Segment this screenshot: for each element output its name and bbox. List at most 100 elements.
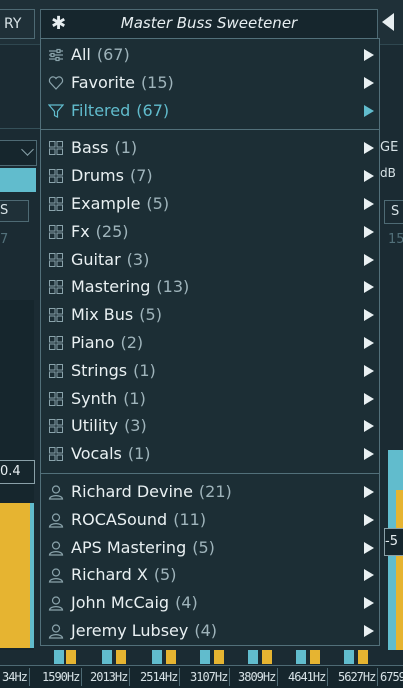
grid-icon [48, 307, 64, 323]
menu-item-label: Utility (3) [71, 416, 147, 436]
submenu-arrow-icon [364, 541, 374, 554]
eq-bar [310, 650, 320, 664]
submenu-arrow-icon [364, 364, 374, 377]
menu-item-label: Jeremy Lubsey (4) [71, 621, 218, 640]
frequency-label: 6759 [378, 668, 403, 686]
submenu-arrow-icon [364, 170, 374, 183]
left-tab-fragment[interactable]: RY [0, 9, 35, 39]
eq-bar [248, 650, 258, 664]
menu-item-vocals[interactable]: Vocals (1) [41, 441, 379, 467]
frequency-label: 5627Hz [336, 668, 379, 686]
submenu-arrow-icon [364, 392, 374, 405]
preset-selector[interactable]: ✱ Master Buss Sweetener [40, 9, 378, 39]
menu-item-count: (67) [96, 45, 130, 64]
menu-separator [41, 129, 379, 131]
menu-item-count: (3) [124, 416, 147, 436]
submenu-arrow-icon [364, 309, 374, 322]
right-fragment-1: GE [380, 140, 399, 155]
menu-item-filtered[interactable]: Filtered (67) [41, 98, 379, 124]
menu-item-label: APS Mastering (5) [71, 537, 215, 557]
menu-item-label: John McCaig (4) [71, 593, 198, 613]
left-meter-value[interactable]: 0.4 [0, 460, 35, 484]
menu-item-label: Piano (2) [71, 333, 144, 352]
menu-item-label: All (67) [71, 45, 130, 64]
menu-item-rocasound[interactable]: ROCASound (11) [41, 507, 379, 533]
menu-item-count: (1) [114, 138, 138, 158]
menu-item-all[interactable]: All (67) [41, 42, 379, 68]
submenu-arrow-icon [364, 569, 374, 582]
menu-item-count: (5) [153, 565, 177, 585]
menu-item-jeremy-lubsey[interactable]: Jeremy Lubsey (4) [41, 618, 379, 644]
menu-item-label: Richard Devine (21) [71, 482, 232, 501]
user-icon [48, 595, 64, 611]
menu-item-count: (7) [129, 166, 153, 186]
frequency-label: 34Hz [0, 668, 30, 686]
eq-bar [344, 650, 354, 664]
grid-icon [48, 224, 64, 240]
menu-item-drums[interactable]: Drums (7) [41, 163, 379, 189]
menu-item-synth[interactable]: Synth (1) [41, 386, 379, 412]
menu-item-bass[interactable]: Bass (1) [41, 135, 379, 161]
menu-item-count: (1) [123, 388, 146, 408]
frequency-label: 2514Hz [138, 668, 181, 686]
left-dropdown-fragment[interactable] [0, 140, 37, 166]
menu-item-label: Example (5) [71, 194, 170, 213]
submenu-arrow-icon [364, 597, 374, 610]
menu-item-count: (21) [198, 482, 232, 501]
right-button-fragment[interactable]: S [384, 200, 403, 224]
eq-bar [214, 650, 224, 664]
menu-item-guitar[interactable]: Guitar (3) [41, 247, 379, 273]
menu-item-count: (2) [120, 333, 144, 352]
menu-item-count: (5) [139, 305, 162, 325]
user-icon [48, 484, 64, 500]
submenu-arrow-icon [364, 104, 374, 117]
menu-item-label: Richard X (5) [71, 565, 177, 585]
menu-item-strings[interactable]: Strings (1) [41, 358, 379, 384]
left-slider-fill[interactable] [0, 168, 36, 192]
menu-item-label: Bass (1) [71, 138, 138, 158]
menu-item-favorite[interactable]: Favorite (15) [41, 70, 379, 96]
menu-item-count: (1) [133, 360, 156, 380]
eq-bar [116, 650, 126, 664]
menu-item-count: (1) [127, 444, 151, 464]
frequency-label: 4641Hz [286, 668, 329, 686]
grid-icon [48, 140, 64, 156]
left-dim-label: 7 [0, 232, 9, 247]
preset-title: Master Buss Sweetener [120, 14, 298, 32]
submenu-arrow-icon [364, 448, 374, 461]
eq-bar [296, 650, 306, 664]
menu-item-count: (3) [126, 249, 150, 269]
frequency-label: 3107Hz [188, 668, 231, 686]
left-button-fragment[interactable]: S [0, 200, 29, 222]
menu-item-aps-mastering[interactable]: APS Mastering (5) [41, 535, 379, 561]
menu-item-richard-x[interactable]: Richard X (5) [41, 562, 379, 588]
eq-bar [102, 650, 112, 664]
menu-item-john-mccaig[interactable]: John McCaig (4) [41, 590, 379, 616]
right-meter-value[interactable]: -5 [384, 528, 403, 556]
grid-icon [48, 196, 64, 212]
eq-bar [152, 650, 162, 664]
chevron-down-icon [21, 143, 34, 156]
menu-item-label: Favorite (15) [71, 72, 174, 92]
grid-icon [48, 279, 64, 295]
eq-bar [262, 650, 272, 664]
menu-item-fx[interactable]: Fx (25) [41, 219, 379, 245]
submenu-arrow-icon [364, 142, 374, 155]
submenu-arrow-icon [364, 281, 374, 294]
eq-bar [200, 650, 210, 664]
triangle-left-icon[interactable] [382, 13, 394, 31]
menu-item-richard-devine[interactable]: Richard Devine (21) [41, 479, 379, 505]
menu-item-mastering[interactable]: Mastering (13) [41, 274, 379, 300]
menu-item-utility[interactable]: Utility (3) [41, 413, 379, 439]
right-fragment-2: dB [380, 166, 396, 180]
menu-item-piano[interactable]: Piano (2) [41, 330, 379, 356]
submenu-arrow-icon [364, 76, 374, 89]
menu-item-label: Strings (1) [71, 360, 156, 380]
left-meter-blue [30, 503, 34, 648]
menu-item-mix-bus[interactable]: Mix Bus (5) [41, 302, 379, 328]
submenu-arrow-icon [364, 625, 374, 637]
menu-item-count: (15) [140, 72, 174, 92]
menu-item-example[interactable]: Example (5) [41, 191, 379, 217]
menu-item-count: (67) [136, 100, 170, 120]
right-dim-label: 15 [388, 232, 403, 247]
